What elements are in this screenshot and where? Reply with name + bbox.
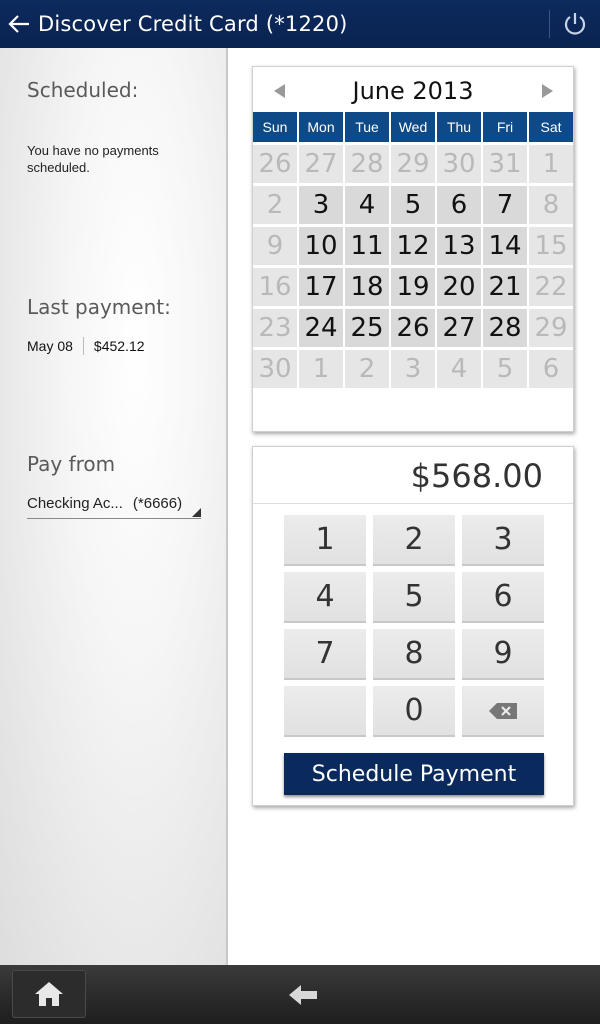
key-9[interactable]: 9 xyxy=(462,629,544,680)
weekday-label: Sat xyxy=(529,112,573,142)
calendar-day[interactable]: 27 xyxy=(437,309,481,347)
calendar-day: 27 xyxy=(299,145,343,183)
pay-from-account: Checking Ac... xyxy=(27,495,123,512)
calendar-day: 16 xyxy=(253,268,297,306)
calendar-day: 29 xyxy=(391,145,435,183)
calendar-days-grid: 26 27 28 29 30 31 1 2 3 4 5 6 7 8 9 10 11 12 13 14 15 16 17 18 1… xyxy=(253,145,573,388)
calendar-month: June 2013 xyxy=(352,77,474,105)
left-panel: Scheduled: You have no payments schedule… xyxy=(0,48,228,965)
calendar: June 2013 Sun Mon Tue Wed Thu Fri Sat 26… xyxy=(252,66,574,432)
key-7[interactable]: 7 xyxy=(284,629,366,680)
weekday-label: Tue xyxy=(345,112,389,142)
calendar-day[interactable]: 28 xyxy=(483,309,527,347)
calendar-day: 30 xyxy=(253,350,297,388)
page-title: Discover Credit Card (*1220) xyxy=(38,12,348,36)
weekday-label: Fri xyxy=(483,112,527,142)
calendar-day: 8 xyxy=(529,186,573,224)
calendar-day[interactable]: 19 xyxy=(391,268,435,306)
calendar-day[interactable]: 26 xyxy=(391,309,435,347)
key-blank xyxy=(284,686,366,737)
next-month-button[interactable] xyxy=(535,81,559,101)
calendar-day: 15 xyxy=(529,227,573,265)
calendar-day[interactable]: 17 xyxy=(299,268,343,306)
calendar-day[interactable]: 12 xyxy=(391,227,435,265)
calendar-day[interactable]: 14 xyxy=(483,227,527,265)
calendar-day[interactable]: 3 xyxy=(299,186,343,224)
calendar-day[interactable]: 13 xyxy=(437,227,481,265)
back-arrow-icon xyxy=(289,985,317,1005)
calendar-day: 4 xyxy=(437,350,481,388)
key-1[interactable]: 1 xyxy=(284,515,366,566)
amount-keypad: $568.00 1 2 3 4 5 6 7 8 9 0 Schedule Pay… xyxy=(252,446,574,806)
calendar-day: 9 xyxy=(253,227,297,265)
calendar-day[interactable]: 24 xyxy=(299,309,343,347)
calendar-day: 22 xyxy=(529,268,573,306)
weekday-label: Thu xyxy=(437,112,481,142)
key-8[interactable]: 8 xyxy=(373,629,455,680)
key-4[interactable]: 4 xyxy=(284,572,366,623)
calendar-day: 30 xyxy=(437,145,481,183)
backspace-key[interactable] xyxy=(462,686,544,737)
key-6[interactable]: 6 xyxy=(462,572,544,623)
weekday-label: Mon xyxy=(299,112,343,142)
home-icon xyxy=(35,982,63,1006)
keypad-grid: 1 2 3 4 5 6 7 8 9 0 xyxy=(284,515,544,737)
pay-from-select[interactable]: Checking Ac... (*6666) xyxy=(27,489,201,519)
amount-divider xyxy=(253,503,573,504)
last-payment-row: May 08 $452.12 xyxy=(27,337,145,355)
calendar-day[interactable]: 25 xyxy=(345,309,389,347)
scheduled-label: Scheduled: xyxy=(27,78,139,102)
bottom-nav-bar xyxy=(0,965,600,1024)
app-header: Discover Credit Card (*1220) xyxy=(0,0,600,48)
calendar-day: 5 xyxy=(483,350,527,388)
calendar-day[interactable]: 18 xyxy=(345,268,389,306)
system-back-button[interactable] xyxy=(280,975,326,1015)
calendar-day[interactable]: 20 xyxy=(437,268,481,306)
calendar-header: June 2013 xyxy=(253,67,573,113)
calendar-day: 31 xyxy=(483,145,527,183)
amount-display: $568.00 xyxy=(410,457,543,495)
back-arrow-icon xyxy=(8,15,29,33)
triangle-right-icon xyxy=(541,84,553,98)
backspace-icon xyxy=(489,702,517,719)
last-payment-divider xyxy=(82,337,84,355)
calendar-day[interactable]: 5 xyxy=(391,186,435,224)
back-button[interactable] xyxy=(0,0,38,48)
key-5[interactable]: 5 xyxy=(373,572,455,623)
last-payment-amount: $452.12 xyxy=(93,338,145,354)
scheduled-text: You have no payments scheduled. xyxy=(27,143,159,175)
weekday-label: Wed xyxy=(391,112,435,142)
calendar-day[interactable]: 6 xyxy=(437,186,481,224)
calendar-day: 2 xyxy=(345,350,389,388)
dropdown-caret-icon xyxy=(192,508,201,517)
calendar-day: 1 xyxy=(529,145,573,183)
calendar-day: 23 xyxy=(253,309,297,347)
weekday-header: Sun Mon Tue Wed Thu Fri Sat xyxy=(253,112,573,142)
key-2[interactable]: 2 xyxy=(373,515,455,566)
calendar-day: 29 xyxy=(529,309,573,347)
home-button[interactable] xyxy=(12,970,86,1018)
schedule-payment-button[interactable]: Schedule Payment xyxy=(284,753,544,795)
calendar-day: 3 xyxy=(391,350,435,388)
calendar-day[interactable]: 11 xyxy=(345,227,389,265)
pay-from-number: (*6666) xyxy=(132,495,183,512)
calendar-day: 1 xyxy=(299,350,343,388)
calendar-day: 28 xyxy=(345,145,389,183)
power-button[interactable] xyxy=(550,0,600,48)
calendar-day[interactable]: 10 xyxy=(299,227,343,265)
calendar-day[interactable]: 4 xyxy=(345,186,389,224)
calendar-day[interactable]: 7 xyxy=(483,186,527,224)
pay-from-label: Pay from xyxy=(27,452,116,476)
calendar-day: 26 xyxy=(253,145,297,183)
key-0[interactable]: 0 xyxy=(373,686,455,737)
calendar-day: 6 xyxy=(529,350,573,388)
calendar-day[interactable]: 21 xyxy=(483,268,527,306)
weekday-label: Sun xyxy=(253,112,297,142)
last-payment-date: May 08 xyxy=(27,338,73,354)
last-payment-label: Last payment: xyxy=(27,295,171,319)
key-3[interactable]: 3 xyxy=(462,515,544,566)
power-icon xyxy=(564,13,586,35)
calendar-day: 2 xyxy=(253,186,297,224)
